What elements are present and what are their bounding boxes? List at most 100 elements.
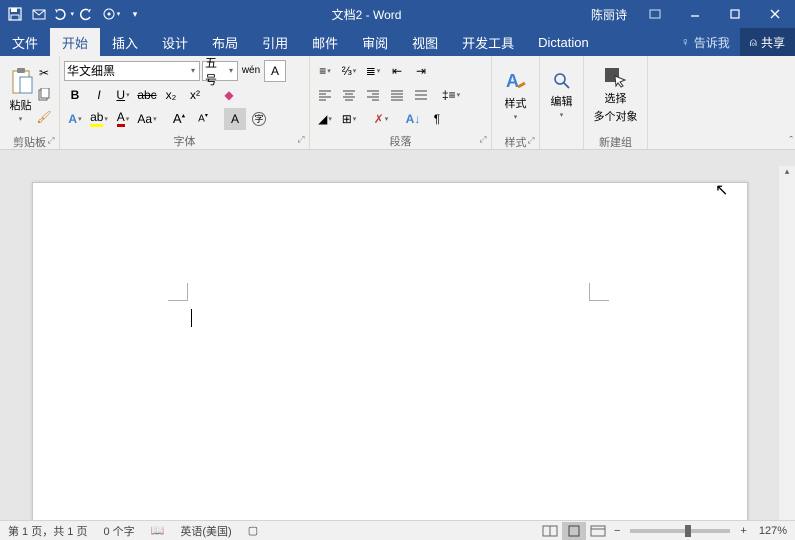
margin-marker (589, 283, 609, 301)
status-bar: 第 1 页，共 1 页 0 个字 📖 英语(美国) ▢ − + 127% (0, 520, 795, 540)
tab-layout[interactable]: 布局 (200, 28, 250, 56)
strikethrough-button[interactable]: abc (136, 84, 158, 106)
enclosed-char-button[interactable]: 字 (248, 108, 270, 130)
minimize-icon[interactable] (675, 0, 715, 28)
dialog-launcher-icon[interactable]: ⤢ (525, 135, 537, 147)
tab-home[interactable]: 开始 (50, 28, 100, 56)
read-mode-button[interactable] (538, 522, 562, 540)
shading-button[interactable]: ◢▾ (314, 108, 336, 130)
char-border-button[interactable]: A (264, 60, 286, 82)
document-area[interactable] (0, 166, 795, 520)
zoom-slider[interactable] (630, 529, 730, 533)
undo-icon[interactable]: ▾ (52, 3, 74, 25)
account-icon[interactable] (28, 3, 50, 25)
paragraph-icon: ¶ (434, 112, 440, 126)
zoom-out-button[interactable]: − (610, 525, 624, 537)
tab-design[interactable]: 设计 (150, 28, 200, 56)
print-layout-icon (566, 525, 582, 537)
scroll-up-icon[interactable]: ▴ (779, 166, 795, 182)
tab-mailings[interactable]: 邮件 (300, 28, 350, 56)
styles-button[interactable]: A 样式 ▾ (496, 58, 535, 132)
page-number-status[interactable]: 第 1 页，共 1 页 (0, 523, 95, 539)
page[interactable] (32, 182, 748, 520)
decrease-indent-button[interactable]: ⇤ (386, 60, 408, 82)
char-shading-button[interactable]: A (224, 108, 246, 130)
touchmode-icon[interactable]: ▾ (100, 3, 122, 25)
maximize-icon[interactable] (715, 0, 755, 28)
paragraph-marks-button[interactable]: ¶ (426, 108, 448, 130)
ribbon-options-icon[interactable] (635, 0, 675, 28)
distribute-button[interactable] (410, 84, 432, 106)
highlight-button[interactable]: ab▾ (88, 108, 110, 130)
user-name[interactable]: 陈丽诗 (583, 6, 635, 23)
qat-customize-icon[interactable]: ▾ (124, 3, 146, 25)
save-icon[interactable] (4, 3, 26, 25)
record-macro-icon: ▢ (248, 525, 258, 537)
bullets-button[interactable]: ≡▾ (314, 60, 336, 82)
select-objects-button[interactable]: 选择 多个对象 (588, 58, 643, 132)
macro-status[interactable]: ▢ (240, 524, 266, 537)
chevron-down-icon: ▾ (19, 115, 23, 123)
tab-references[interactable]: 引用 (250, 28, 300, 56)
change-case-button[interactable]: Aa▾ (136, 108, 158, 130)
cut-button[interactable]: ✂ (33, 62, 55, 84)
shrink-font-button[interactable]: A▾ (192, 108, 214, 130)
spellcheck-status[interactable]: 📖 (143, 524, 173, 537)
dialog-launcher-icon[interactable]: ⤢ (45, 135, 57, 147)
multilevel-button[interactable]: ≣▾ (362, 60, 384, 82)
show-marks-button[interactable]: A↓ (402, 108, 424, 130)
share-button[interactable]: ⍝共享 (740, 28, 795, 56)
distribute-icon (414, 89, 428, 101)
word-count-status[interactable]: 0 个字 (95, 523, 142, 539)
align-center-button[interactable] (338, 84, 360, 106)
tab-view[interactable]: 视图 (400, 28, 450, 56)
sort-button[interactable]: ✗▾ (370, 108, 392, 130)
justify-button[interactable] (386, 84, 408, 106)
font-size-select[interactable]: 五号▾ (202, 61, 238, 81)
tab-review[interactable]: 审阅 (350, 28, 400, 56)
print-layout-button[interactable] (562, 522, 586, 540)
chevron-down-icon: ▾ (560, 111, 564, 119)
numbering-icon: ⅔ (342, 64, 352, 78)
numbering-button[interactable]: ⅔▾ (338, 60, 360, 82)
collapse-ribbon-icon[interactable]: ˆ (789, 135, 793, 147)
borders-button[interactable]: ⊞▾ (338, 108, 360, 130)
zoom-in-button[interactable]: + (736, 525, 750, 537)
web-layout-button[interactable] (586, 522, 610, 540)
zoom-slider-thumb[interactable] (685, 525, 691, 537)
pinyin-guide-button[interactable]: wén (240, 60, 262, 82)
text-effects-button[interactable]: A▾ (64, 108, 86, 130)
tab-dictation[interactable]: Dictation (526, 28, 601, 56)
group-label-styles: 样式 (505, 137, 527, 149)
font-color-button[interactable]: A▾ (112, 108, 134, 130)
align-right-button[interactable] (362, 84, 384, 106)
editing-button[interactable]: 编辑 ▾ (544, 58, 579, 132)
tab-developer[interactable]: 开发工具 (450, 28, 526, 56)
redo-icon[interactable] (76, 3, 98, 25)
format-painter-button[interactable]: 🖌 (33, 106, 55, 128)
tab-file[interactable]: 文件 (0, 28, 50, 56)
bold-button[interactable]: B (64, 84, 86, 106)
font-name-select[interactable]: 华文细黑▾ (64, 61, 200, 81)
vertical-scrollbar[interactable]: ▴ (779, 166, 795, 520)
ribbon-tabs: 文件 开始 插入 设计 布局 引用 邮件 审阅 视图 开发工具 Dictatio… (0, 28, 795, 56)
grow-font-button[interactable]: A▴ (168, 108, 190, 130)
clear-formatting-button[interactable]: ◆ (218, 84, 240, 106)
copy-button[interactable] (33, 84, 55, 106)
indent-icon: ⇥ (416, 64, 426, 78)
close-icon[interactable] (755, 0, 795, 28)
zoom-level[interactable]: 127% (751, 525, 795, 537)
superscript-button[interactable]: x² (184, 84, 206, 106)
subscript-button[interactable]: x₂ (160, 84, 182, 106)
italic-button[interactable]: I (88, 84, 110, 106)
underline-button[interactable]: U▾ (112, 84, 134, 106)
language-status[interactable]: 英语(美国) (172, 523, 239, 539)
group-newgroup: 选择 多个对象 新建组 (584, 56, 648, 149)
dialog-launcher-icon[interactable]: ⤢ (477, 134, 489, 146)
increase-indent-button[interactable]: ⇥ (410, 60, 432, 82)
tab-insert[interactable]: 插入 (100, 28, 150, 56)
tell-me-search[interactable]: ♀告诉我 (671, 28, 740, 56)
dialog-launcher-icon[interactable]: ⤢ (295, 134, 307, 146)
align-left-button[interactable] (314, 84, 336, 106)
line-spacing-button[interactable]: ‡≡▾ (440, 84, 462, 106)
